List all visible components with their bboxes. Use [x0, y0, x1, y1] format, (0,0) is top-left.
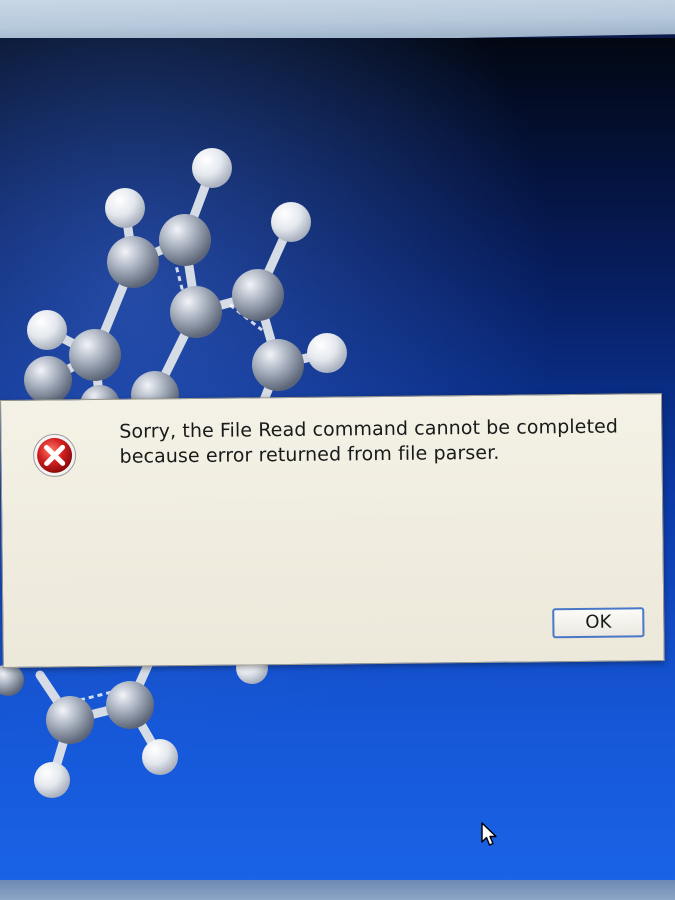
error-icon — [33, 433, 77, 477]
monitor-bottom-edge — [0, 880, 675, 900]
error-dialog: Sorry, the File Read command cannot be c… — [0, 393, 665, 668]
error-message: Sorry, the File Read command cannot be c… — [119, 414, 649, 470]
screen: Sorry, the File Read command cannot be c… — [0, 0, 675, 900]
error-message-line-2: because error returned from file parser. — [119, 441, 500, 468]
ok-button[interactable]: OK — [552, 607, 645, 639]
mouse-pointer-icon — [481, 822, 497, 846]
